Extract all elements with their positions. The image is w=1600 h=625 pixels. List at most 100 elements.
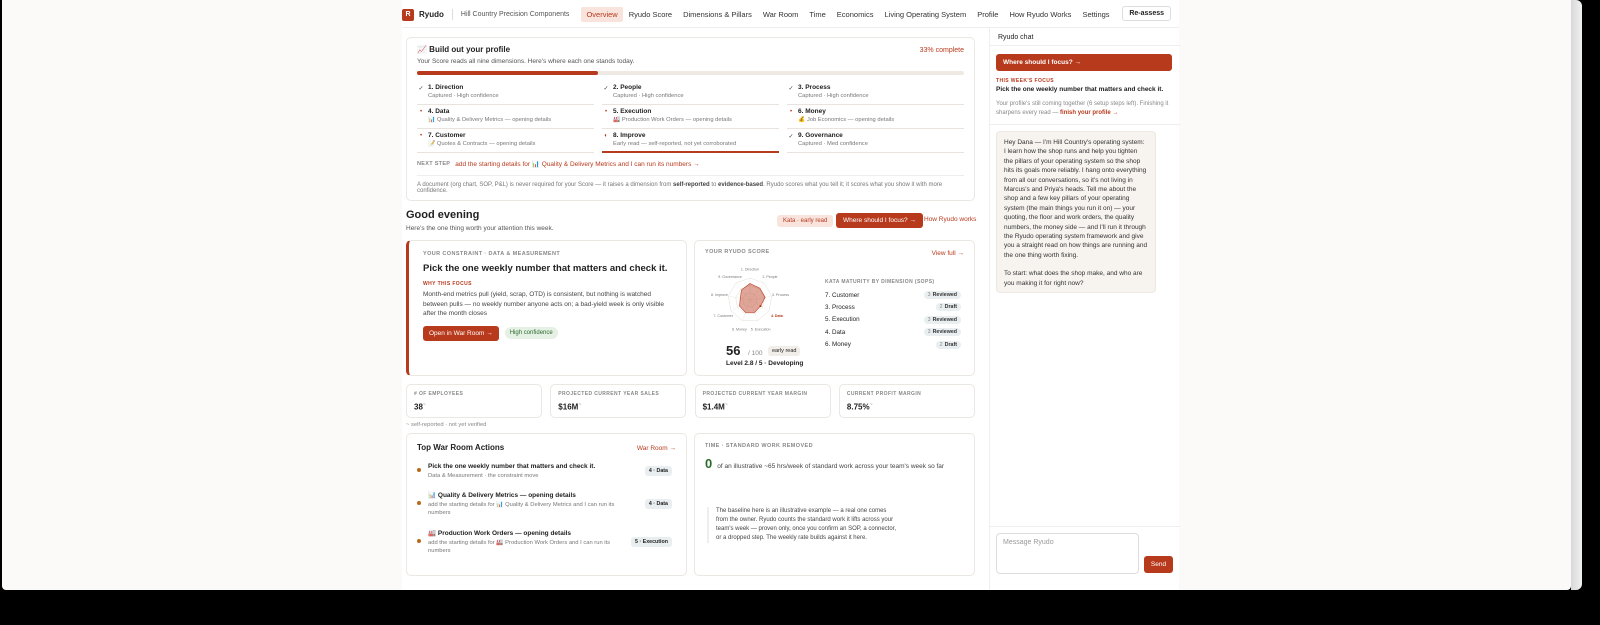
metric-label: PROJECTED CURRENT YEAR SALES [558, 391, 660, 397]
dimension-status-icon: • [419, 133, 423, 139]
kata-maturity-row: 5. Execution 3 Reviewed [825, 315, 961, 324]
profile-progress-fill [417, 71, 598, 75]
dimension-item[interactable]: ✓ 2. People Captured · High confidence [602, 81, 779, 105]
dimension-item[interactable]: ✓ 3. Process Captured · High confidence [787, 81, 964, 105]
war-room-action-item[interactable]: 🏭 Production Work Orders — opening detai… [417, 529, 672, 555]
chat-divider-3 [990, 526, 1180, 527]
chat-divider-2 [990, 124, 1180, 125]
metric-label: CURRENT PROFIT MARGIN [846, 391, 922, 397]
nav-settings[interactable]: Settings [1077, 7, 1114, 22]
next-step: NEXT STEP add the starting details for 📊… [417, 160, 964, 168]
maturity-dimension: 6. Money [825, 341, 851, 349]
finish-profile-link[interactable]: finish your profile → [1060, 110, 1118, 116]
send-button[interactable]: Send [1144, 556, 1173, 573]
where-focus-button[interactable]: Where should I focus? → [836, 213, 923, 228]
nav-dimensions-pillars[interactable]: Dimensions & Pillars [678, 7, 757, 22]
dimension-name: 7. Customer [428, 132, 466, 139]
bullet-icon [417, 539, 421, 543]
constraint-title: Pick the one weekly number that matters … [423, 263, 668, 274]
war-room-action-item[interactable]: 📊 Quality & Delivery Metrics — opening d… [417, 491, 672, 517]
open-war-room-button[interactable]: Open in War Room → [423, 325, 499, 341]
nav-economics[interactable]: Economics [832, 7, 879, 22]
nav-profile[interactable]: Profile [972, 7, 1003, 22]
profile-title: 📈 Build out your profile [417, 45, 511, 54]
time-value: 0 [705, 456, 713, 471]
chat-focus-button[interactable]: Where should I focus? → [996, 54, 1172, 71]
app-window: R Ryudo Hill Country Precision Component… [2, 0, 1571, 590]
greeting-subtitle: Here's the one thing worth your attentio… [406, 225, 554, 232]
dimension-item[interactable]: ✓ 9. Governance Captured · Med confidence [787, 129, 964, 153]
radar-axis-label: 3. Process [772, 293, 789, 297]
dimension-status-icon: • [789, 109, 793, 115]
dimension-item[interactable]: • 5. Execution 🏭 Production Work Orders — … [602, 105, 779, 129]
maturity-badge: 2 Draft [935, 303, 961, 312]
maturity-dimension: 7. Customer [825, 291, 860, 299]
war-room-action-item[interactable]: Pick the one weekly number that matters … [417, 463, 672, 480]
dimension-name: 4. Data [428, 108, 450, 115]
metric-card: CURRENT PROFIT MARGIN 8.75%~ [838, 384, 975, 418]
greeting-title: Good evening [406, 209, 480, 221]
action-badge: 4 · Data [644, 466, 672, 476]
chat-divider [990, 45, 1180, 46]
action-sub: Data & Measurement · the constraint move [428, 473, 539, 479]
war-room-link[interactable]: War Room → [637, 445, 676, 452]
time-text: of an illustrative ~65 hrs/week of stand… [717, 463, 945, 470]
nav-ryudo-score[interactable]: Ryudo Score [624, 7, 677, 22]
metric-value: $1.4M~ [702, 402, 728, 412]
confidence-badge: High confidence [504, 327, 558, 339]
time-label: TIME · STANDARD WORK REMOVED [705, 443, 813, 449]
profile-progress-bar [417, 71, 964, 75]
dimension-item[interactable]: ✓ 1. Direction Captured · High confidence [417, 81, 594, 105]
dimension-status-icon: • [604, 109, 608, 115]
maturity-dimension: 4. Data [825, 328, 846, 336]
profile-note: A document (org chart, SOP, P&L) is neve… [417, 182, 943, 194]
brand-name: Ryudo [419, 10, 444, 19]
bullet-icon [417, 468, 421, 472]
company-name: Hill Country Precision Components [460, 11, 570, 18]
score-label: YOUR RYUDO SCORE [705, 249, 770, 255]
time-note: The baseline here is an illustrative exa… [707, 507, 897, 543]
kata-pill: Kata · early read [777, 215, 834, 227]
top-nav: R Ryudo Hill Country Precision Component… [402, 5, 1179, 24]
dimension-status: 💰 Job Economics — opening details [798, 117, 895, 123]
score-level: Level 2.8 / 5 · Developing [726, 360, 804, 367]
maturity-badge: 3 Reviewed [923, 291, 961, 299]
dimension-status-icon: • [419, 109, 423, 115]
metric-card: PROJECTED CURRENT YEAR MARGIN $1.4M~ [694, 384, 831, 418]
dimension-item[interactable]: ◐ 8. Improve Early read — self-reported, n… [602, 129, 779, 153]
dimension-name: 3. Process [798, 84, 831, 91]
how-ryudo-works-link[interactable]: How Ryudo works [924, 216, 976, 223]
score-denominator: / 100 [748, 350, 763, 357]
war-room-actions-card: Top War Room Actions War Room → Pick the… [406, 433, 687, 576]
window-edge [1571, 0, 1582, 590]
metric-value: 8.75%~ [846, 402, 873, 412]
score-card: YOUR RYUDO SCORE View full → 1. Directio… [694, 240, 975, 376]
dimension-status-icon: ✓ [603, 86, 609, 92]
radar-axis-label: 9. Governance [718, 275, 742, 279]
constraint-label: YOUR CONSTRAINT · DATA & MEASUREMENT [423, 251, 561, 257]
radar-axis-label: 1. Direction [741, 268, 759, 272]
setup-note: Your profile's still coming together (6 … [996, 101, 1169, 116]
nav-time[interactable]: Time [804, 7, 830, 22]
dimension-item[interactable]: • 7. Customer 📝 Quotes & Contracts — openi… [417, 129, 594, 153]
nav-how-ryudo-works[interactable]: How Ryudo Works [1004, 7, 1076, 22]
early-read-pill: early read [768, 346, 801, 356]
nav-overview[interactable]: Overview [581, 7, 623, 22]
dimension-item[interactable]: • 4. Data 📊 Quality & Delivery Metrics — o… [417, 105, 594, 129]
radar-axis-label: 6. Money [732, 328, 747, 332]
dimension-status: Early read — self-reported, not yet corr… [613, 141, 737, 147]
reassess-button[interactable]: Re-assess [1122, 6, 1171, 21]
nav-living-operating-system[interactable]: Living Operating System [879, 7, 971, 22]
next-step-link[interactable]: add the starting details for 📊 Quality &… [455, 160, 699, 168]
metric-value: $16M~ [558, 402, 582, 412]
maturity-badge: 3 Reviewed [923, 315, 961, 324]
action-badge: 4 · Data [644, 499, 672, 509]
self-reported-note: ~ self-reported · not yet verified [406, 422, 487, 428]
nav-war-room[interactable]: War Room [758, 7, 804, 22]
profile-percent: 33% complete [919, 47, 964, 54]
dimension-item[interactable]: • 6. Money 💰 Job Economics — opening detai… [787, 105, 964, 129]
chat-message-input[interactable]: Message Ryudo [996, 533, 1139, 574]
radar-axis-label: 8. Improve [711, 293, 728, 297]
dimension-status: 📊 Quality & Delivery Metrics — opening d… [428, 117, 552, 123]
view-full-link[interactable]: View full → [932, 250, 964, 257]
